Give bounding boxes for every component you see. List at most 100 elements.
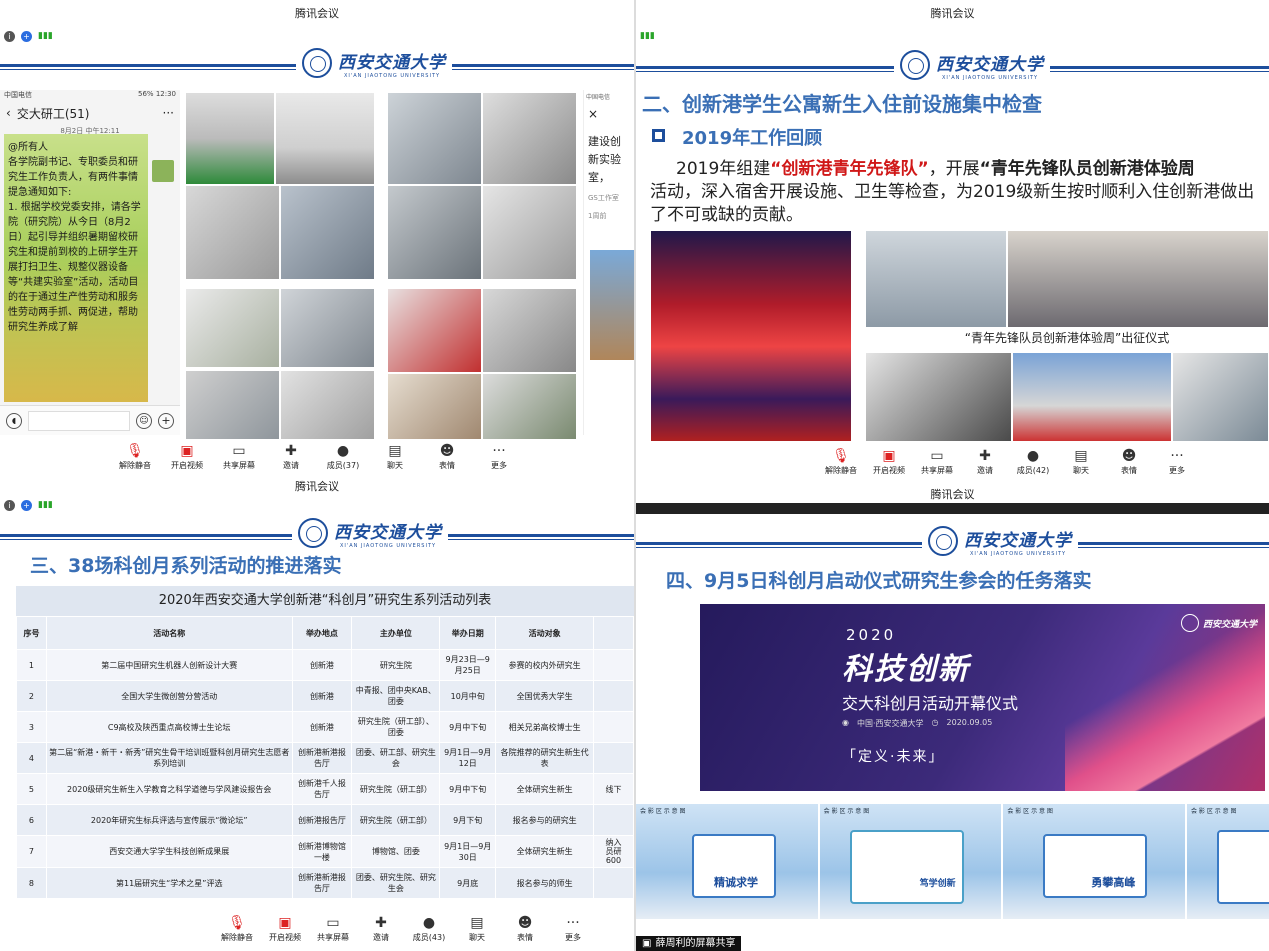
video-button[interactable]: ▣ 开启视频 bbox=[266, 914, 304, 948]
more-button[interactable]: ··· 更多 bbox=[480, 442, 518, 476]
table-cell: 参赛的校内外研究生 bbox=[495, 649, 594, 681]
members-button[interactable]: ● 成员(37) bbox=[324, 442, 362, 476]
invite-button[interactable]: ✚ 邀请 bbox=[272, 442, 310, 476]
shield-icon[interactable]: + bbox=[21, 499, 32, 511]
back-arrow-icon[interactable]: ‹ bbox=[6, 106, 11, 120]
more-button[interactable]: ··· 更多 bbox=[1158, 447, 1196, 481]
table-cell: 研究生院（研工部） bbox=[351, 773, 441, 805]
table-header-row: 序号 活动名称 举办地点 主办单位 举办日期 活动对象 bbox=[16, 616, 634, 650]
unmute-button[interactable]: 🎙 解除静音 bbox=[822, 447, 860, 481]
table-cell: 第二届中国研究生机器人创新设计大赛 bbox=[45, 649, 293, 681]
unmute-button[interactable]: 🎙 解除静音 bbox=[218, 914, 256, 948]
unmute-button[interactable]: 🎙 解除静音 bbox=[116, 442, 154, 476]
table-cell: 9月中下旬 bbox=[439, 773, 497, 805]
table-cell: 创新港 bbox=[291, 711, 353, 743]
members-icon: ● bbox=[1026, 448, 1040, 464]
info-icon[interactable]: i bbox=[4, 30, 15, 42]
members-icon: ● bbox=[422, 915, 436, 931]
table-cell: 团委、研究生院、研究生会 bbox=[351, 867, 441, 899]
banner-decoration bbox=[1065, 604, 1265, 791]
photo-zone-row: 会 影 区 示 意 图 精诚求学 会 影 区 示 意 图 笃学创新 会 影 区 … bbox=[636, 804, 1269, 919]
side-article-preview: 中国电信 × 建设创新实验室， GS工作室 1周前 bbox=[583, 90, 634, 435]
phone-carrier: 中国电信 bbox=[4, 91, 32, 99]
university-logo: 西安交通大学 XI'AN JIAOTONG UNIVERSITY bbox=[292, 514, 448, 552]
share-screen-button[interactable]: ▭ 共享屏幕 bbox=[220, 442, 258, 476]
slide-heading: 三、38场科创月系列活动的推进落实 bbox=[30, 555, 342, 577]
members-button[interactable]: ● 成员(42) bbox=[1014, 447, 1052, 481]
university-name-en: XI'AN JIAOTONG UNIVERSITY bbox=[343, 72, 441, 79]
camera-off-icon: ▣ bbox=[180, 443, 194, 459]
photo-pioneer-ceremony bbox=[650, 230, 852, 442]
status-row: i + ▮▮▮ bbox=[0, 28, 634, 44]
photo-cleaning-3 bbox=[185, 185, 280, 280]
university-name: 西安交通大学 bbox=[334, 522, 442, 543]
table-cell-overflow bbox=[592, 867, 634, 899]
table-cell: 创新港 bbox=[291, 649, 353, 681]
photo-lab-1 bbox=[387, 92, 482, 185]
reactions-button[interactable]: ☻ 表情 bbox=[428, 442, 466, 476]
video-button[interactable]: ▣ 开启视频 bbox=[168, 442, 206, 476]
share-screen-button[interactable]: ▭ 共享屏幕 bbox=[918, 447, 956, 481]
table-cell: 10月中旬 bbox=[439, 680, 497, 712]
photo-lab-5 bbox=[482, 288, 577, 373]
table-cell: 7 bbox=[16, 835, 47, 868]
photo-lab-6 bbox=[387, 373, 482, 440]
university-logo: 西安交通大学 XI'AN JIAOTONG UNIVERSITY bbox=[296, 44, 452, 82]
table-cell-overflow bbox=[592, 680, 634, 712]
activity-table-wrap: 2020年西安交通大学创新港“科创月”研究生系列活动列表 序号 活动名称 举办地… bbox=[16, 586, 634, 899]
invite-icon: ✚ bbox=[375, 915, 387, 931]
university-name-en: XI'AN JIAOTONG UNIVERSITY bbox=[941, 74, 1039, 81]
table-cell: 9月1日—9月30日 bbox=[439, 835, 497, 868]
table-row: 4 第二届“新港・新干・新秀”研究生骨干培训班暨科创月研究生志愿者系列培训 创新港新… bbox=[16, 742, 634, 774]
status-row: ▮▮▮ bbox=[636, 28, 1269, 44]
side-article-title[interactable]: 建设创新实验室， bbox=[584, 125, 634, 187]
table-cell: 8 bbox=[16, 867, 47, 899]
slide-header: 西安交通大学 XI'AN JIAOTONG UNIVERSITY bbox=[636, 46, 1269, 84]
chat-button[interactable]: ▤ 聊天 bbox=[458, 914, 496, 948]
photo-meeting-2 bbox=[1007, 230, 1269, 328]
table-cell-overflow: 纳入 员研 600 bbox=[592, 835, 634, 868]
share-screen-button[interactable]: ▭ 共享屏幕 bbox=[314, 914, 352, 948]
banner-meta: ◉ 中国·西安交通大学 ◷ 2020.09.05 bbox=[842, 718, 993, 728]
table-cell: 各院推荐的研究生新生代表 bbox=[495, 742, 594, 774]
invite-button[interactable]: ✚ 邀请 bbox=[966, 447, 1004, 481]
close-icon[interactable]: × bbox=[584, 103, 634, 125]
photo-lab-2 bbox=[482, 92, 577, 185]
side-carrier: 中国电信 bbox=[586, 94, 611, 101]
invite-button[interactable]: ✚ 邀请 bbox=[362, 914, 400, 948]
table-cell: 相关兄弟高校博士生 bbox=[495, 711, 594, 743]
university-name: 西安交通大学 bbox=[338, 52, 446, 73]
banner-year: 2020 bbox=[846, 626, 897, 644]
video-button[interactable]: ▣ 开启视频 bbox=[870, 447, 908, 481]
more-icon: ··· bbox=[1170, 448, 1184, 464]
table-cell-overflow bbox=[592, 711, 634, 743]
members-button[interactable]: ● 成员(43) bbox=[410, 914, 448, 948]
table-cell: 2020年研究生标兵评选与宣传展示“微论坛” bbox=[45, 804, 293, 836]
side-article-image bbox=[590, 250, 634, 360]
voice-icon[interactable]: ◖ bbox=[6, 412, 22, 429]
more-button[interactable]: ··· 更多 bbox=[554, 914, 592, 948]
more-dots-icon[interactable]: ··· bbox=[163, 106, 174, 120]
info-icon[interactable]: i bbox=[4, 499, 15, 511]
camera-off-icon: ▣ bbox=[882, 448, 896, 464]
shield-icon[interactable]: + bbox=[21, 30, 32, 42]
chat-button[interactable]: ▤ 聊天 bbox=[1062, 447, 1100, 481]
smile-icon: ☻ bbox=[1121, 448, 1137, 464]
table-cell: 9月下旬 bbox=[439, 804, 497, 836]
university-seal-icon bbox=[928, 526, 958, 556]
table-cell-overflow bbox=[592, 649, 634, 681]
reactions-button[interactable]: ☻ 表情 bbox=[1110, 447, 1148, 481]
chat-button[interactable]: ▤ 聊天 bbox=[376, 442, 414, 476]
table-cell: C9高校及陕西重点高校博士生论坛 bbox=[45, 711, 293, 743]
clock-icon: ◷ bbox=[931, 718, 939, 727]
banner-motto: 「定义·未来」 bbox=[842, 749, 945, 765]
window-title-bottom: 腾讯会议 bbox=[930, 488, 975, 501]
plus-icon[interactable]: + bbox=[158, 412, 174, 429]
university-name-en: XI'AN JIAOTONG UNIVERSITY bbox=[969, 550, 1067, 557]
table-cell: 9月底 bbox=[439, 867, 497, 899]
reactions-button[interactable]: ☻ 表情 bbox=[506, 914, 544, 948]
emoji-icon[interactable]: ☺ bbox=[136, 412, 152, 429]
table-cell: 西安交通大学学生科技创新成果展 bbox=[45, 835, 293, 868]
chat-icon: ▤ bbox=[388, 443, 402, 459]
chat-input[interactable] bbox=[28, 410, 130, 431]
